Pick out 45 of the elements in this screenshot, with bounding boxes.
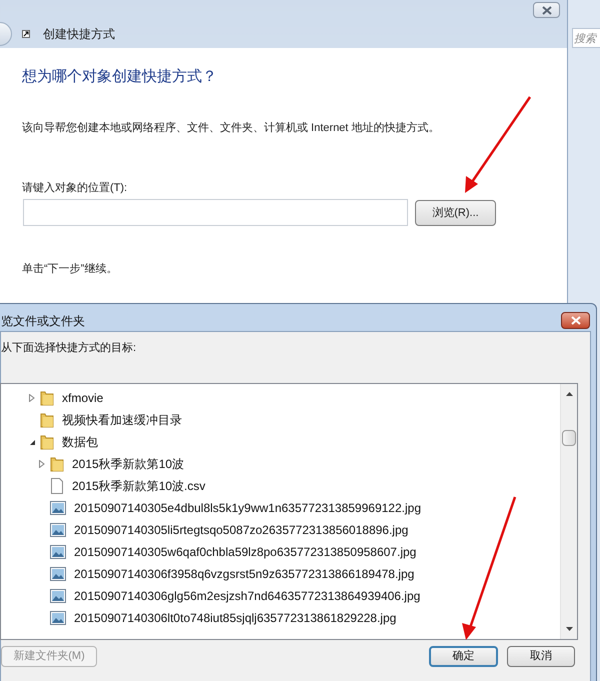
- scroll-thumb[interactable]: [562, 430, 576, 446]
- tree-item[interactable]: 20150907140305e4dbul8ls5k1y9ww1n635772313859969122.jpg: [74, 499, 421, 517]
- shortcut-icon: [22, 30, 30, 38]
- folder-icon: [40, 434, 54, 450]
- scrollbar[interactable]: [560, 384, 577, 639]
- image-file-icon: [50, 501, 66, 515]
- cancel-button[interactable]: 取消: [507, 646, 575, 667]
- tree-item[interactable]: 20150907140305w6qaf0chbla59lz8po635772313850958607.jpg: [74, 543, 416, 561]
- collapse-icon[interactable]: [28, 438, 36, 446]
- expand-icon[interactable]: [39, 460, 45, 468]
- tree-item[interactable]: 20150907140306f3958q6vzgsrst5n9z635772313866189478.jpg: [74, 565, 414, 583]
- close-icon: [542, 6, 552, 14]
- scroll-down-icon[interactable]: [566, 627, 573, 631]
- tree-item[interactable]: 20150907140306lt0to748iut85sjqlj635772313861829228.jpg: [74, 609, 396, 627]
- wizard-heading: 想为哪个对象创建快捷方式？: [22, 67, 217, 87]
- image-file-icon: [50, 523, 66, 537]
- folder-icon: [40, 390, 54, 406]
- wizard-description: 该向导帮您创建本地或网络程序、文件、文件夹、计算机或 Internet 地址的快捷方式。: [22, 120, 440, 136]
- tree-item[interactable]: 视频快看加速缓冲目录: [62, 411, 182, 429]
- image-file-icon: [50, 611, 66, 625]
- tree-item[interactable]: 数据包: [62, 433, 98, 451]
- folder-icon: [40, 412, 54, 428]
- location-label: 请键入对象的位置(T):: [22, 181, 128, 196]
- tree-item[interactable]: 2015秋季新款第10波: [72, 455, 184, 473]
- window-title: 创建快捷方式: [43, 26, 115, 43]
- close-button[interactable]: [533, 2, 560, 18]
- expand-icon[interactable]: [29, 394, 35, 402]
- tree-item[interactable]: xfmovie: [62, 389, 104, 407]
- document-icon: [50, 478, 64, 494]
- tree-item[interactable]: 20150907140305li5rtegtsqo5087zo2635772313856018896.jpg: [74, 521, 408, 539]
- close-button[interactable]: [561, 312, 590, 329]
- tree-item[interactable]: 2015秋季新款第10波.csv: [72, 477, 206, 495]
- folder-icon: [50, 456, 64, 472]
- ok-button[interactable]: 确定: [429, 646, 498, 667]
- location-field[interactable]: [23, 199, 408, 226]
- browse-button[interactable]: 浏览(R)...: [415, 200, 496, 226]
- wizard-hint: 单击“下一步”继续。: [22, 262, 118, 277]
- dialog-prompt: 从下面选择快捷方式的目标:: [1, 340, 136, 356]
- dialog-title: 览文件或文件夹: [1, 313, 85, 330]
- image-file-icon: [50, 567, 66, 581]
- image-file-icon: [50, 545, 66, 559]
- image-file-icon: [50, 589, 66, 603]
- close-icon: [570, 316, 580, 325]
- tree-item[interactable]: 20150907140306glg56m2esjzsh7nd64635772313864939406.jpg: [74, 587, 420, 605]
- scroll-up-icon[interactable]: [566, 392, 573, 396]
